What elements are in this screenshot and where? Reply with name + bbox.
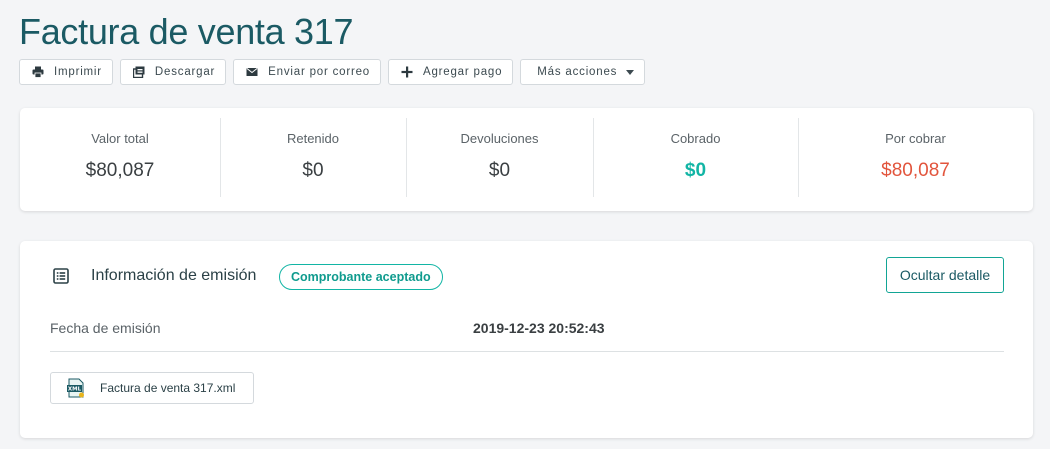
download-icon: [132, 66, 145, 78]
emission-date-value: 2019-12-23 20:52:43: [473, 320, 605, 336]
add-payment-button[interactable]: Agregar pago: [387, 59, 514, 85]
print-button[interactable]: Imprimir: [19, 59, 113, 85]
xml-file-icon: XML: [66, 378, 86, 398]
stat-value: $80,087: [85, 160, 155, 181]
download-button-label: Descargar: [154, 66, 216, 78]
stat-collected: Cobrado $0: [593, 108, 798, 211]
stat-receivable: Por cobrar $80,087: [798, 108, 1033, 211]
stat-value: $0: [302, 160, 324, 181]
stat-label: Valor total: [91, 131, 149, 146]
stat-withheld: Retenido $0: [220, 108, 406, 211]
download-button[interactable]: Descargar: [119, 59, 227, 85]
stat-total-value: Valor total $80,087: [20, 108, 220, 211]
email-button[interactable]: Enviar por correo: [233, 59, 381, 85]
hide-detail-button[interactable]: Ocultar detalle: [886, 257, 1004, 293]
plus-icon: [401, 66, 413, 78]
print-button-label: Imprimir: [54, 66, 102, 78]
svg-text:XML: XML: [68, 387, 82, 393]
stat-returns: Devoluciones $0: [406, 108, 593, 211]
stat-label: Por cobrar: [885, 131, 946, 146]
status-badge: Comprobante aceptado: [279, 264, 443, 290]
emission-info-panel: Información de emisión Comprobante acept…: [20, 241, 1033, 438]
chevron-down-icon: [626, 69, 635, 75]
file-name: Factura de venta 317.xml: [100, 381, 236, 395]
envelope-icon: [246, 66, 258, 78]
stat-value: $0: [684, 160, 707, 181]
invoice-summary: Valor total $80,087 Retenido $0 Devoluci…: [20, 108, 1033, 211]
stat-value: $80,087: [881, 160, 950, 181]
printer-icon: [32, 66, 44, 78]
more-actions-button[interactable]: Más acciones: [520, 59, 646, 85]
email-button-label: Enviar por correo: [268, 66, 370, 78]
stat-label: Retenido: [286, 131, 340, 146]
divider: [50, 351, 1004, 352]
section-title: Información de emisión: [91, 267, 257, 284]
page-title: Factura de venta 317: [19, 11, 354, 52]
action-toolbar: Imprimir Descargar Enviar por correo Agr…: [19, 59, 646, 85]
more-actions-button-label: Más acciones: [537, 66, 618, 78]
xml-file-link[interactable]: XML Factura de venta 317.xml: [50, 372, 254, 404]
add-payment-button-label: Agregar pago: [422, 66, 503, 78]
emission-date-label: Fecha de emisión: [50, 320, 161, 336]
list-icon: [53, 268, 69, 284]
stat-label: Cobrado: [670, 131, 721, 146]
stat-value: $0: [488, 160, 511, 181]
stat-label: Devoluciones: [460, 131, 539, 146]
